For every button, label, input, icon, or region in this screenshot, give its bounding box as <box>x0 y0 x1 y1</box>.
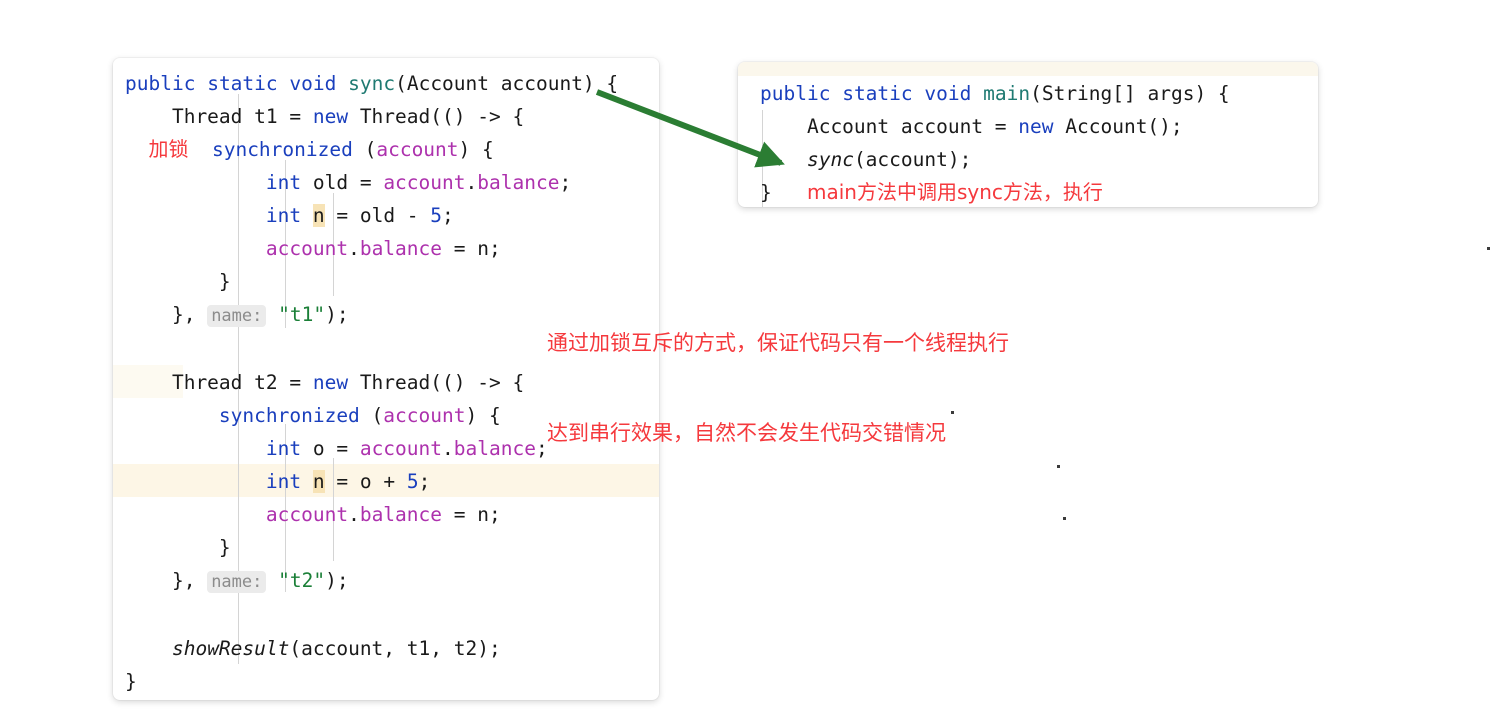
param-hint-name-t2: name: <box>207 571 267 593</box>
artifact-speck <box>1487 247 1490 250</box>
main-method-code-panel: public static void main(String[] args) {… <box>738 62 1318 207</box>
artifact-speck <box>1057 465 1060 468</box>
explanation-note-line-2: 达到串行效果，自然不会发生代码交错情况 <box>547 421 946 445</box>
explanation-note-line-1: 通过加锁互斥的方式，保证代码只有一个线程执行 <box>547 331 1009 355</box>
artifact-speck <box>1063 517 1066 520</box>
lock-inline-label: 加锁 <box>148 137 189 161</box>
param-hint-name-t1: name: <box>207 305 267 327</box>
main-method-source: public static void main(String[] args) {… <box>760 82 1230 204</box>
explanation-note: 通过加锁互斥的方式，保证代码只有一个线程执行 达到串行效果，自然不会发生代码交错… <box>547 268 1009 478</box>
main-inline-label: main方法中调用sync方法，执行 <box>806 180 1103 204</box>
